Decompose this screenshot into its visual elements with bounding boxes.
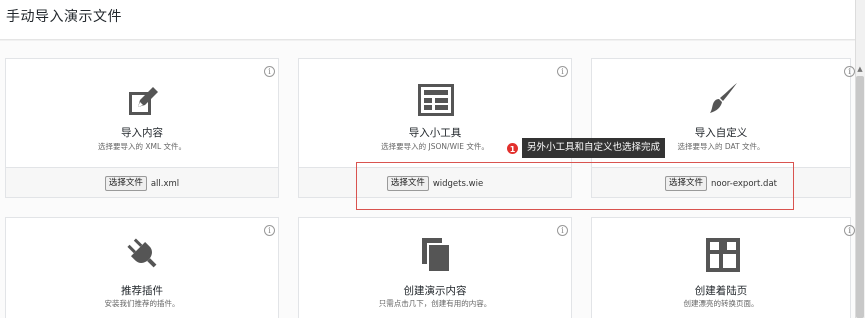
annotation-tooltip: 1 另外小工具和自定义也选择完成: [506, 138, 666, 158]
brush-icon: [710, 83, 737, 113]
info-icon[interactable]: i: [557, 66, 568, 77]
info-icon[interactable]: i: [844, 225, 855, 236]
scrollbar-thumb[interactable]: [856, 76, 864, 318]
card-description: 只需点击几下，创建有用的内容。: [378, 299, 492, 308]
page-header: 手动导入演示文件: [0, 0, 855, 40]
scroll-up-arrow-icon[interactable]: ▲: [856, 65, 864, 73]
info-icon[interactable]: i: [844, 66, 855, 77]
card-description: 创建漂亮的转换页面。: [683, 299, 759, 308]
card-title: 推荐插件: [121, 285, 163, 297]
info-icon[interactable]: i: [557, 225, 568, 236]
file-name: all.xml: [150, 178, 180, 189]
annotation-text: 另外小工具和自定义也选择完成: [522, 138, 666, 158]
step-badge: 1: [506, 141, 519, 155]
file-row: 选择文件 all.xml: [6, 176, 278, 191]
edit-icon: [129, 87, 158, 115]
pages-icon: [422, 238, 449, 271]
create-demo-content-card[interactable]: i 创建演示内容 只需点击几下，创建有用的内容。: [298, 217, 572, 318]
page-title: 手动导入演示文件: [6, 9, 122, 25]
scrollbar[interactable]: ▲: [855, 0, 865, 318]
card-description: 安装我们推荐的插件。: [104, 299, 180, 308]
widgets-icon: [418, 84, 454, 116]
card-title: 创建着陆页: [694, 285, 748, 297]
info-icon[interactable]: i: [264, 66, 275, 77]
create-landing-page-card[interactable]: i 创建着陆页 创建漂亮的转换页面。: [591, 217, 855, 318]
card-title: 导入内容: [121, 127, 163, 139]
info-icon[interactable]: i: [264, 225, 275, 236]
card-title: 创建演示内容: [403, 285, 467, 297]
plug-icon: [127, 238, 157, 268]
import-content-card: i 导入内容 选择要导入的 XML 文件。 选择文件 all.xml: [5, 58, 279, 198]
recommended-plugins-card[interactable]: i 推荐插件 安装我们推荐的插件。: [5, 217, 279, 318]
card-description: 选择要导入的 XML 文件。: [97, 142, 187, 151]
layout-icon: [706, 238, 740, 272]
annotation-highlight-box: [356, 162, 794, 210]
card-footer: 选择文件 all.xml: [6, 167, 278, 197]
choose-file-button[interactable]: 选择文件: [104, 176, 147, 191]
